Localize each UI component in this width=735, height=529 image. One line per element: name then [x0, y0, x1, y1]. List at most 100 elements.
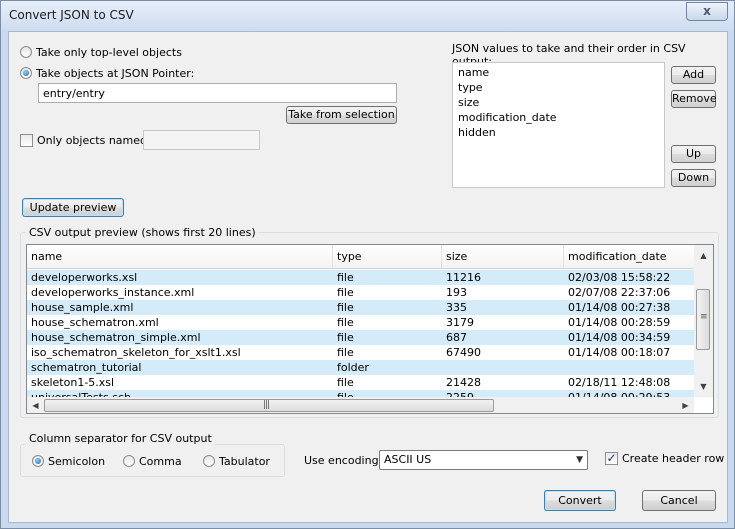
comma-option[interactable]: Comma — [123, 454, 182, 468]
create-header-option[interactable]: ✓ Create header row — [605, 451, 724, 465]
preview-table-header: name type size modification_date — [27, 245, 694, 269]
cell-type: folder — [337, 361, 369, 374]
cell-modification-date: 01/14/08 00:18:07 — [568, 346, 671, 359]
cell-modification-date — [564, 360, 694, 375]
cell-modification-date: 01/14/08 00:28:59 — [568, 316, 671, 329]
chevron-down-icon: ▼ — [576, 455, 583, 465]
dialog-body: Take only top-level objects Take objects… — [8, 31, 728, 523]
scroll-up-arrow-icon[interactable]: ▲ — [695, 247, 712, 264]
cell-type: file — [337, 301, 354, 314]
top-level-radio[interactable] — [20, 46, 32, 58]
semicolon-label: Semicolon — [48, 454, 106, 468]
cell-modification-date: 02/18/11 12:48:08 — [568, 376, 671, 389]
cell-name: iso_schematron_skeleton_for_xslt1.xsl — [31, 346, 241, 359]
create-header-label: Create header row — [622, 451, 725, 465]
cell-type: file — [337, 271, 354, 284]
up-button[interactable]: Up — [671, 145, 716, 163]
window-title: Convert JSON to CSV — [9, 8, 134, 22]
cell-size: 67490 — [446, 346, 481, 359]
scroll-left-arrow-icon[interactable]: ◀ — [27, 397, 44, 413]
cell-name: house_schematron.xml — [31, 316, 159, 329]
pointer-option[interactable]: Take objects at JSON Pointer: — [20, 66, 194, 80]
column-header-modification-date[interactable]: modification_date — [564, 245, 694, 269]
cell-type: file — [337, 346, 354, 359]
encoding-label: Use encoding: — [304, 454, 383, 467]
tabulator-label: Tabulator — [219, 454, 270, 468]
preview-vertical-scrollbar[interactable]: ▲ ≡ ▼ — [694, 245, 713, 397]
cell-type: file — [337, 331, 354, 344]
cell-name: house_schematron_simple.xml — [31, 331, 201, 344]
encoding-select[interactable]: ASCII US ▼ — [379, 450, 588, 470]
only-named-label: Only objects named: — [37, 133, 151, 147]
cell-size — [442, 360, 564, 375]
convert-button[interactable]: Convert — [544, 490, 616, 511]
separator-group-title: Column separator for CSV output — [26, 432, 215, 445]
cell-name: developerworks_instance.xml — [31, 286, 195, 299]
table-row[interactable]: house_sample.xml file 335 01/14/08 00:27:38 — [27, 300, 694, 315]
vertical-scroll-thumb[interactable]: ≡ — [696, 289, 710, 350]
title-bar[interactable]: Convert JSON to CSV x — [1, 1, 734, 31]
comma-radio[interactable] — [123, 455, 135, 467]
table-row[interactable]: house_schematron.xml file 3179 01/14/08 00:… — [27, 315, 694, 330]
remove-button[interactable]: Remove — [671, 90, 717, 108]
pointer-label: Take objects at JSON Pointer: — [36, 66, 195, 80]
tabulator-option[interactable]: Tabulator — [203, 454, 270, 468]
dialog-window: Convert JSON to CSV x Take only top-leve… — [0, 0, 735, 529]
cell-size: 3179 — [446, 316, 474, 329]
column-header-name[interactable]: name — [27, 245, 333, 269]
only-named-option[interactable]: Only objects named: — [20, 133, 151, 147]
values-list-item[interactable]: name — [453, 65, 664, 80]
tabulator-radio[interactable] — [203, 455, 215, 467]
values-list[interactable]: name type size modification_date hidden — [452, 62, 665, 188]
cell-name: schematron_tutorial — [31, 361, 142, 374]
preview-horizontal-scrollbar[interactable]: ◀ ||| ▶ — [27, 397, 694, 413]
table-row[interactable]: schematron_tutorial folder — [27, 360, 694, 375]
semicolon-radio[interactable] — [32, 455, 44, 467]
preview-table[interactable]: name type size modification_date develop… — [26, 244, 714, 414]
values-list-item[interactable]: modification_date — [453, 110, 664, 125]
cell-type: file — [337, 286, 354, 299]
cell-modification-date: 01/14/08 00:34:59 — [568, 331, 671, 344]
table-row[interactable]: developerworks.xsl file 11216 02/03/08 15:5… — [27, 270, 694, 285]
values-list-item[interactable]: size — [453, 95, 664, 110]
table-row[interactable]: house_schematron_simple.xml file 687 01/14/… — [27, 330, 694, 345]
cell-size: 335 — [446, 301, 467, 314]
top-level-option[interactable]: Take only top-level objects — [20, 45, 182, 59]
semicolon-option[interactable]: Semicolon — [32, 454, 105, 468]
column-header-type[interactable]: type — [333, 245, 442, 269]
top-level-label: Take only top-level objects — [36, 45, 182, 59]
close-button[interactable]: x — [686, 2, 728, 21]
comma-label: Comma — [139, 454, 182, 468]
grip-icon: ||| — [263, 400, 270, 410]
pointer-radio[interactable] — [20, 67, 32, 79]
cancel-button[interactable]: Cancel — [642, 490, 716, 511]
cell-size: 21428 — [446, 376, 481, 389]
cell-type: file — [337, 376, 354, 389]
update-preview-button[interactable]: Update preview — [22, 198, 124, 217]
only-named-input[interactable] — [143, 130, 260, 150]
encoding-value: ASCII US — [384, 453, 432, 466]
cell-name: developerworks.xsl — [31, 271, 138, 284]
table-row[interactable]: developerworks_instance.xml file 193 02/07/… — [27, 285, 694, 300]
scroll-down-arrow-icon[interactable]: ▼ — [695, 378, 712, 395]
only-named-checkbox[interactable] — [20, 133, 33, 147]
cell-name: house_sample.xml — [31, 301, 134, 314]
cell-modification-date: 02/07/08 22:37:06 — [568, 286, 671, 299]
preview-group-title: CSV output preview (shows first 20 lines… — [26, 226, 259, 239]
grip-icon: ≡ — [700, 312, 707, 322]
table-row[interactable]: iso_schematron_skeleton_for_xslt1.xsl fil… — [27, 345, 694, 360]
cell-size: 11216 — [446, 271, 481, 284]
cell-type: file — [337, 316, 354, 329]
take-from-selection-button[interactable]: Take from selection — [286, 106, 397, 124]
cell-modification-date: 01/14/08 00:27:38 — [568, 301, 671, 314]
down-button[interactable]: Down — [671, 169, 716, 187]
table-row[interactable]: skeleton1-5.xsl file 21428 02/18/11 12:48:0… — [27, 375, 694, 390]
values-list-item[interactable]: hidden — [453, 125, 664, 140]
create-header-checkbox[interactable]: ✓ — [605, 451, 618, 465]
json-pointer-input[interactable]: entry/entry — [38, 83, 397, 103]
values-list-item[interactable]: type — [453, 80, 664, 95]
horizontal-scroll-thumb[interactable]: ||| — [44, 399, 494, 412]
add-button[interactable]: Add — [671, 66, 716, 84]
column-header-size[interactable]: size — [442, 245, 564, 269]
scroll-right-arrow-icon[interactable]: ▶ — [677, 397, 694, 413]
